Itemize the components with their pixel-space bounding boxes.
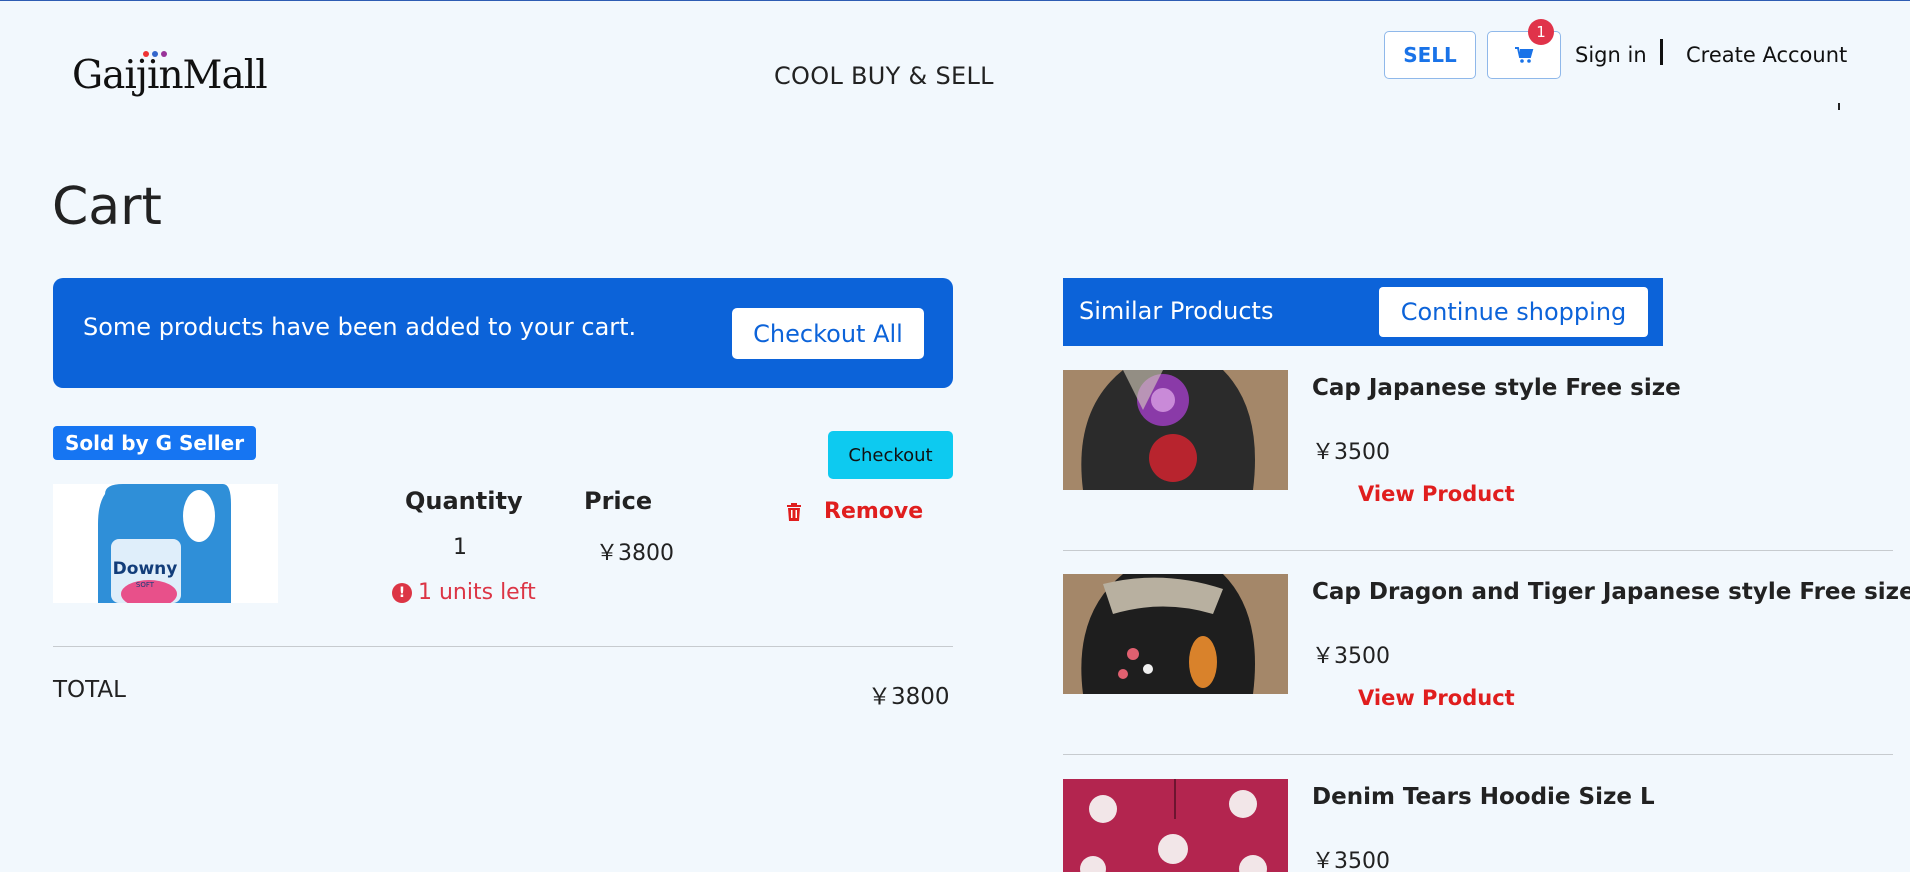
cart-alert: Some products have been added to your ca… bbox=[53, 278, 953, 388]
cart-product-image[interactable]: Downy SOFT bbox=[53, 484, 278, 603]
nav-divider bbox=[1660, 39, 1663, 65]
quantity-header: Quantity bbox=[405, 487, 523, 515]
similar-product-price: ￥3500 bbox=[1312, 849, 1390, 872]
create-account-link[interactable]: Create Account bbox=[1686, 43, 1847, 67]
svg-text:Downy: Downy bbox=[113, 559, 178, 579]
remove-label: Remove bbox=[824, 499, 924, 524]
similar-product-price: ￥3500 bbox=[1312, 644, 1390, 669]
similar-product-image[interactable] bbox=[1063, 779, 1288, 872]
trash-icon bbox=[787, 502, 801, 521]
similar-product-price: ￥3500 bbox=[1312, 440, 1390, 465]
similar-product-name[interactable]: Denim Tears Hoodie Size L bbox=[1312, 784, 1655, 810]
total-label: TOTAL bbox=[53, 677, 126, 703]
divider bbox=[1063, 754, 1893, 755]
decorative-mark bbox=[1838, 103, 1840, 110]
checkout-button[interactable]: Checkout bbox=[828, 431, 953, 479]
signin-link[interactable]: Sign in bbox=[1575, 43, 1647, 67]
page-title: Cart bbox=[52, 177, 162, 237]
cart-count-badge: 1 bbox=[1528, 19, 1554, 45]
similar-products-title: Similar Products bbox=[1079, 297, 1274, 325]
checkout-all-button[interactable]: Checkout All bbox=[732, 308, 924, 359]
similar-product-name[interactable]: Cap Dragon and Tiger Japanese style Free… bbox=[1312, 579, 1910, 605]
stock-text: 1 units left bbox=[418, 580, 536, 605]
divider bbox=[1063, 550, 1893, 551]
similar-product-image[interactable] bbox=[1063, 370, 1288, 490]
logo[interactable]: GaijinMall bbox=[72, 51, 268, 98]
logo-dots bbox=[143, 51, 167, 57]
view-product-link[interactable]: View Product bbox=[1358, 482, 1515, 506]
item-price: ￥3800 bbox=[596, 541, 674, 566]
cart-icon bbox=[1515, 47, 1534, 63]
similar-product-name[interactable]: Cap Japanese style Free size bbox=[1312, 375, 1681, 401]
logo-text: GaijinMall bbox=[72, 53, 268, 98]
site-tagline: COOL BUY & SELL bbox=[774, 62, 994, 90]
exclamation-icon: ! bbox=[392, 582, 412, 603]
continue-shopping-button[interactable]: Continue shopping bbox=[1379, 287, 1648, 337]
stock-warning: ! 1 units left bbox=[392, 580, 536, 605]
item-quantity: 1 bbox=[453, 535, 467, 560]
sell-button[interactable]: SELL bbox=[1384, 31, 1476, 79]
alert-message: Some products have been added to your ca… bbox=[83, 313, 637, 341]
divider bbox=[53, 646, 953, 647]
similar-products-header: Similar Products Continue shopping bbox=[1063, 278, 1663, 346]
total-value: ￥3800 bbox=[868, 684, 950, 710]
similar-product-image[interactable] bbox=[1063, 574, 1288, 694]
remove-button[interactable]: Remove bbox=[786, 499, 923, 524]
seller-badge: Sold by G Seller bbox=[53, 426, 257, 460]
price-header: Price bbox=[584, 487, 653, 515]
svg-text:SOFT: SOFT bbox=[136, 581, 155, 589]
view-product-link[interactable]: View Product bbox=[1358, 686, 1515, 710]
